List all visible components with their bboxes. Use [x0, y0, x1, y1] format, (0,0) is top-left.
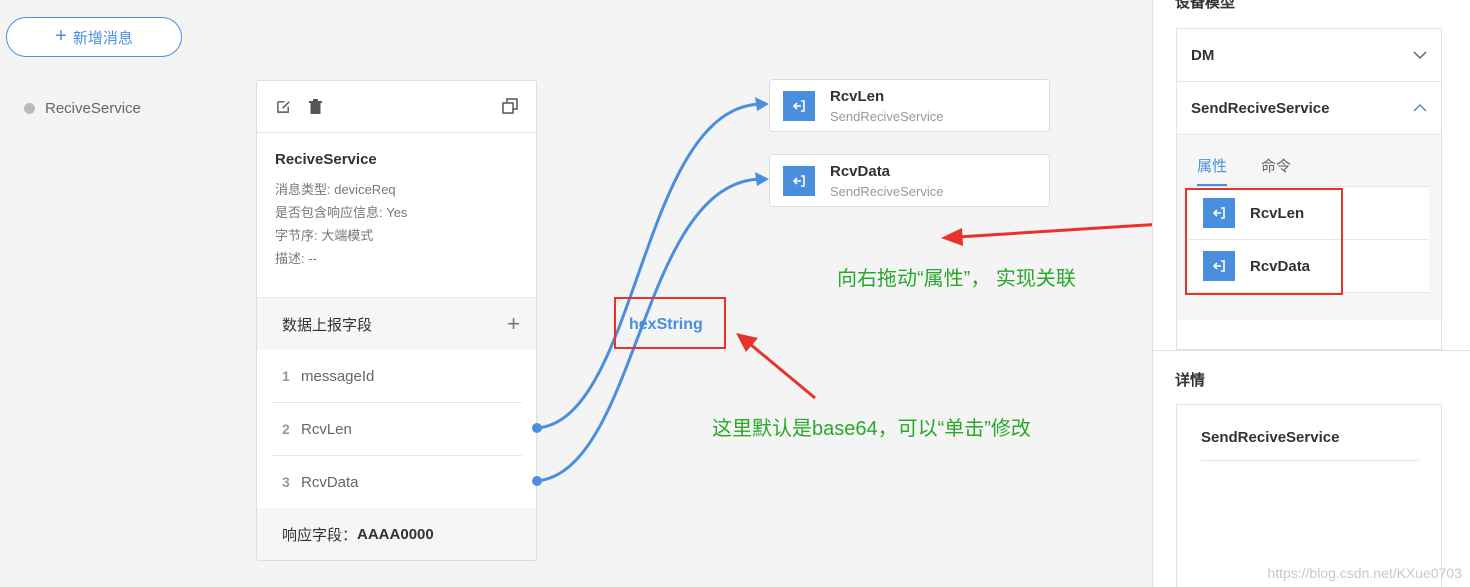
tab-properties[interactable]: 属性 — [1197, 155, 1228, 186]
card-toolbar — [257, 81, 536, 133]
property-icon — [783, 165, 815, 196]
message-list-label: ReciveService — [45, 100, 141, 117]
target-property-service: SendReciveService — [830, 108, 944, 124]
copy-icon[interactable] — [501, 97, 519, 115]
meta-byte-order: 字节序: 大端模式 — [275, 228, 374, 243]
card-body: ReciveService 消息类型: deviceReq 是否包含响应信息: … — [257, 133, 536, 297]
field-row[interactable]: 2 RcvLen — [271, 403, 522, 456]
field-row[interactable]: 3 RcvData — [271, 456, 522, 509]
fields-header: 数据上报字段 + — [257, 297, 536, 350]
field-name: RcvData — [301, 473, 359, 491]
add-message-button[interactable]: + 新增消息 — [6, 17, 182, 57]
codec-annotation: 这里默认是base64，可以“单击”修改 — [712, 418, 1031, 440]
delete-icon[interactable] — [306, 97, 324, 115]
link-rcvlen — [536, 102, 766, 430]
chevron-up-icon — [1413, 103, 1427, 112]
tab-commands[interactable]: 命令 — [1261, 155, 1291, 186]
field-name: RcvLen — [301, 420, 352, 438]
status-dot-icon — [24, 103, 35, 114]
response-field: 响应字段： AAAA0000 — [257, 508, 536, 560]
annotation-arrow — [957, 221, 1179, 239]
field-index: 2 — [282, 421, 290, 437]
message-title: ReciveService — [275, 151, 377, 168]
annotation-arrowhead — [941, 228, 963, 246]
drag-annotation: 向右拖动“属性”， 实现关联 — [837, 268, 1076, 290]
accordion-dm[interactable]: DM — [1177, 29, 1441, 82]
annotation-arrow — [749, 342, 816, 400]
detail-box: SendReciveService — [1176, 404, 1442, 587]
panel-divider — [1153, 350, 1470, 351]
target-property-name: RcvLen — [830, 87, 885, 105]
plus-icon: + — [55, 25, 67, 47]
accordion-label: DM — [1191, 46, 1215, 64]
target-property-rcvdata[interactable]: RcvData SendReciveService — [769, 154, 1050, 207]
add-message-label: 新增消息 — [72, 29, 133, 47]
response-label: 响应字段： — [282, 526, 358, 544]
chevron-down-icon — [1413, 51, 1427, 60]
detail-service-name: SendReciveService — [1201, 429, 1419, 461]
properties-highlight-box — [1185, 188, 1343, 295]
fields-header-label: 数据上报字段 — [282, 316, 373, 334]
service-tabs: 属性 命令 — [1189, 135, 1429, 187]
target-property-rcvlen[interactable]: RcvLen SendReciveService — [769, 79, 1050, 132]
meta-has-response: 是否包含响应信息: Yes — [275, 205, 408, 220]
detail-title: 详情 — [1175, 372, 1206, 389]
accordion-label: SendReciveService — [1191, 99, 1330, 117]
target-property-service: SendReciveService — [830, 183, 944, 199]
message-card: ReciveService 消息类型: deviceReq 是否包含响应信息: … — [256, 80, 537, 561]
field-index: 1 — [282, 368, 290, 384]
watermark: https://blog.csdn.net/KXue0703 — [1267, 565, 1462, 581]
link-arrowhead — [755, 97, 769, 111]
response-value: AAAA0000 — [357, 525, 434, 543]
meta-description: 描述: -- — [275, 251, 317, 266]
field-row[interactable]: 1 messageId — [271, 350, 522, 403]
edit-icon[interactable] — [274, 97, 292, 115]
annotation-arrowhead — [736, 333, 758, 352]
property-icon — [783, 90, 815, 121]
accordion-sendreciveservice[interactable]: SendReciveService — [1177, 82, 1441, 135]
field-name: messageId — [301, 367, 375, 385]
target-property-name: RcvData — [830, 162, 891, 180]
message-list-item[interactable]: ReciveService — [24, 100, 141, 117]
link-arrowhead — [755, 172, 769, 186]
panel-title: 设备模型 — [1175, 0, 1236, 11]
add-field-icon[interactable]: + — [507, 311, 520, 337]
meta-type: 消息类型: deviceReq — [275, 182, 396, 197]
field-index: 3 — [282, 474, 290, 490]
codec-highlight-box — [614, 297, 726, 349]
